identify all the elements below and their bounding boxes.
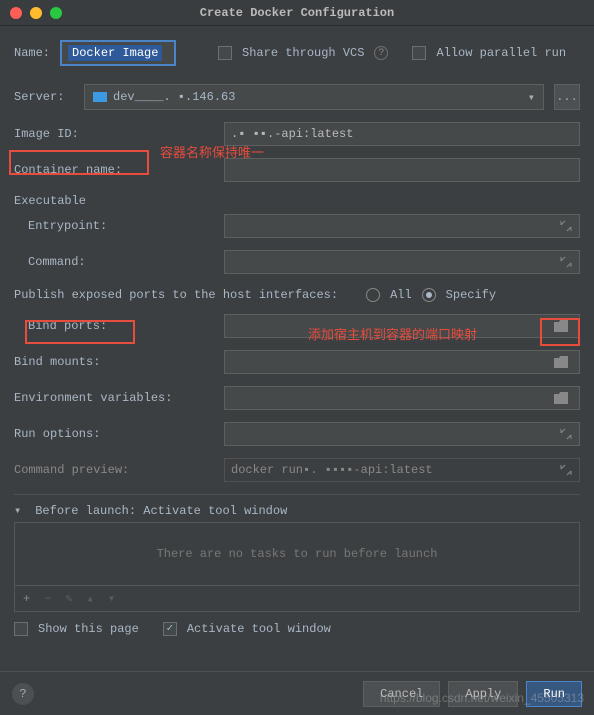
expand-icon[interactable] — [559, 427, 573, 441]
command-preview-value: docker run▪. ▪▪▪▪-api:latest — [231, 463, 433, 477]
name-label: Name: — [14, 46, 50, 60]
publish-ports-label: Publish exposed ports to the host interf… — [14, 288, 338, 302]
expand-icon[interactable] — [559, 255, 573, 269]
bind-mounts-input[interactable] — [224, 350, 580, 374]
help-icon[interactable]: ? — [374, 46, 388, 60]
show-this-page-label: Show this page — [38, 622, 139, 636]
allow-parallel-checkbox[interactable] — [412, 46, 426, 60]
container-name-label: Container name: — [14, 163, 214, 177]
executable-section-title: Executable — [14, 194, 86, 208]
entrypoint-label: Entrypoint: — [28, 219, 214, 233]
activate-tool-window-checkbox[interactable] — [163, 622, 177, 636]
help-button[interactable]: ? — [12, 683, 34, 705]
close-window-button[interactable] — [10, 7, 22, 19]
radio-all[interactable] — [366, 288, 380, 302]
run-options-input[interactable] — [224, 422, 580, 446]
titlebar: Create Docker Configuration — [0, 0, 594, 26]
chevron-down-icon[interactable]: ▾ — [14, 503, 21, 518]
command-preview-label: Command preview: — [14, 463, 214, 477]
name-input[interactable]: Docker Image — [60, 40, 176, 66]
share-vcs-checkbox[interactable] — [218, 46, 232, 60]
watermark: https://blog.csdn.net/weixin_45505313 — [380, 691, 584, 705]
edit-task-button: ✎ — [65, 591, 72, 606]
folder-icon[interactable] — [549, 392, 573, 404]
image-id-input[interactable]: .▪ ▪▪.-api:latest — [224, 122, 580, 146]
image-id-value: .▪ ▪▪.-api:latest — [231, 127, 353, 141]
command-input[interactable] — [224, 250, 580, 274]
radio-specify[interactable] — [422, 288, 436, 302]
remove-task-button: − — [44, 592, 51, 606]
add-task-button[interactable]: + — [23, 592, 30, 606]
image-id-label: Image ID: — [14, 127, 214, 141]
expand-icon[interactable] — [559, 219, 573, 233]
env-vars-input[interactable] — [224, 386, 580, 410]
radio-specify-label: Specify — [446, 288, 496, 302]
move-up-button: ▴ — [87, 591, 94, 606]
server-label: Server: — [14, 90, 74, 104]
activate-tool-window-label: Activate tool window — [187, 622, 331, 636]
run-options-label: Run options: — [14, 427, 214, 441]
container-name-input[interactable] — [224, 158, 580, 182]
allow-parallel-label: Allow parallel run — [436, 46, 566, 60]
radio-all-label: All — [390, 288, 412, 302]
before-launch-panel: There are no tasks to run before launch … — [14, 522, 580, 612]
server-select[interactable]: dev____. ▪.146.63 — [84, 84, 544, 110]
expand-icon[interactable] — [559, 463, 573, 477]
entrypoint-input[interactable] — [224, 214, 580, 238]
bind-mounts-label: Bind mounts: — [14, 355, 214, 369]
server-value: dev____. ▪.146.63 — [113, 90, 235, 104]
env-vars-label: Environment variables: — [14, 391, 214, 405]
move-down-button: ▾ — [108, 591, 115, 606]
window-title: Create Docker Configuration — [200, 6, 394, 20]
bind-ports-label: Bind ports: — [28, 319, 214, 333]
folder-icon[interactable] — [549, 356, 573, 368]
name-value: Docker Image — [68, 45, 162, 61]
bind-ports-input[interactable] — [224, 314, 580, 338]
docker-icon — [93, 92, 107, 102]
show-this-page-checkbox[interactable] — [14, 622, 28, 636]
command-label: Command: — [28, 255, 214, 269]
minimize-window-button[interactable] — [30, 7, 42, 19]
maximize-window-button[interactable] — [50, 7, 62, 19]
before-launch-title: Before launch: Activate tool window — [35, 504, 287, 518]
before-launch-empty: There are no tasks to run before launch — [15, 523, 579, 585]
server-more-button[interactable]: ... — [554, 84, 580, 110]
folder-icon[interactable] — [549, 320, 573, 332]
share-vcs-label: Share through VCS — [242, 46, 364, 60]
command-preview-field: docker run▪. ▪▪▪▪-api:latest — [224, 458, 580, 482]
